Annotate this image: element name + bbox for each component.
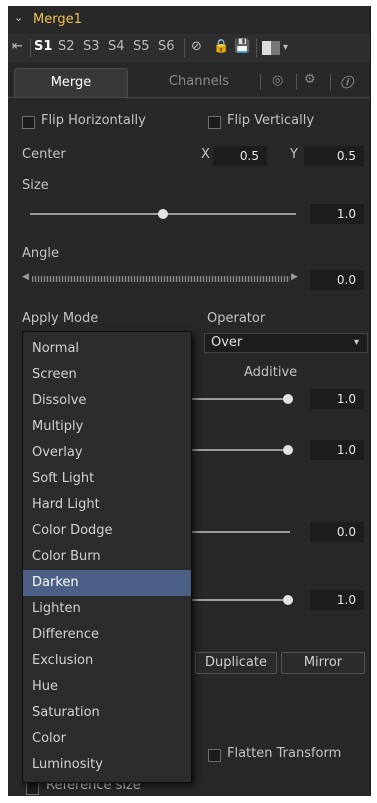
version-slot-4[interactable]: S4 bbox=[108, 39, 125, 54]
version-slot-6[interactable]: S6 bbox=[158, 39, 175, 54]
toolbar-divider bbox=[30, 39, 31, 57]
dropdown-item-screen[interactable]: Screen bbox=[23, 362, 191, 388]
dropdown-item-hue[interactable]: Hue bbox=[23, 674, 191, 700]
settings-icon[interactable]: ◎ bbox=[272, 73, 283, 88]
apply-mode-dropdown: Normal Screen Dissolve Multiply Overlay … bbox=[22, 331, 192, 783]
inspector-panel: ⌄ Merge1 ⇤ S1 S2 S3 S4 S5 S6 ⊘ 🔒 💾 ▾ Mer… bbox=[8, 6, 371, 796]
angle-label: Angle bbox=[22, 246, 59, 261]
toolbar-divider bbox=[184, 39, 185, 57]
alpha-gain-slider-knob[interactable] bbox=[283, 445, 293, 455]
center-label: Center bbox=[22, 147, 66, 162]
tab-channels[interactable]: Channels bbox=[158, 68, 240, 96]
dropdown-item-color-burn[interactable]: Color Burn bbox=[23, 544, 191, 570]
pin-icon[interactable]: ⇤ bbox=[12, 39, 23, 54]
center-y-input[interactable]: 0.5 bbox=[304, 146, 364, 166]
size-label: Size bbox=[22, 178, 49, 193]
flatten-transform-label: Flatten Transform bbox=[227, 746, 342, 761]
tab-underline bbox=[8, 97, 370, 98]
angle-thumbwheel[interactable] bbox=[32, 276, 290, 282]
burn-in-input[interactable]: 0.0 bbox=[310, 522, 364, 542]
bypass-icon[interactable]: ⊘ bbox=[191, 39, 202, 54]
dropdown-item-hard-light[interactable]: Hard Light bbox=[23, 492, 191, 518]
color-swatch-dark bbox=[271, 41, 280, 55]
collapse-chevron-icon[interactable]: ⌄ bbox=[14, 11, 23, 24]
gear-icon[interactable]: ⚙ bbox=[304, 72, 316, 87]
subtractive-slider-track[interactable] bbox=[184, 599, 290, 601]
version-toolbar: ⇤ S1 S2 S3 S4 S5 S6 ⊘ 🔒 💾 ▾ bbox=[8, 34, 370, 62]
dropdown-item-dissolve[interactable]: Dissolve bbox=[23, 388, 191, 414]
angle-left-arrow-icon[interactable]: ◀ bbox=[22, 272, 29, 282]
tab-strip: Merge Channels ◎ ⚙ ⓘ bbox=[8, 68, 370, 98]
center-y-label: Y bbox=[290, 147, 298, 162]
version-slot-5[interactable]: S5 bbox=[133, 39, 150, 54]
apply-mode-label: Apply Mode bbox=[22, 311, 99, 326]
dropdown-item-normal[interactable]: Normal bbox=[23, 336, 191, 362]
dropdown-item-exclusion[interactable]: Exclusion bbox=[23, 648, 191, 674]
operator-value: Over bbox=[211, 335, 243, 350]
additive-label: Additive bbox=[244, 365, 298, 380]
flip-vertically-checkbox[interactable] bbox=[208, 116, 221, 129]
dropdown-item-darken[interactable]: Darken bbox=[23, 570, 191, 596]
info-icon[interactable]: ⓘ bbox=[340, 72, 353, 91]
duplicate-button[interactable]: Duplicate bbox=[195, 652, 277, 674]
lock-icon[interactable]: 🔒 bbox=[213, 39, 229, 54]
blend-input[interactable]: 1.0 bbox=[310, 389, 364, 409]
dropdown-item-difference[interactable]: Difference bbox=[23, 622, 191, 648]
operator-label: Operator bbox=[207, 311, 266, 326]
tab-merge[interactable]: Merge bbox=[14, 68, 128, 97]
flip-vertically-label: Flip Vertically bbox=[227, 113, 315, 128]
dropdown-item-color-dodge[interactable]: Color Dodge bbox=[23, 518, 191, 544]
chevron-down-icon[interactable]: ▾ bbox=[354, 334, 359, 352]
burn-in-slider-track[interactable] bbox=[184, 531, 290, 533]
color-swatch-icon[interactable] bbox=[262, 41, 271, 55]
node-title: Merge1 bbox=[33, 12, 82, 27]
flip-horizontally-checkbox[interactable] bbox=[22, 116, 35, 129]
size-input[interactable]: 1.0 bbox=[310, 204, 364, 224]
angle-input[interactable]: 0.0 bbox=[310, 270, 364, 290]
blend-slider-track[interactable] bbox=[184, 398, 290, 400]
flatten-transform-checkbox[interactable] bbox=[208, 749, 221, 762]
tab-divider bbox=[330, 74, 331, 90]
center-x-input[interactable]: 0.5 bbox=[213, 146, 267, 166]
tab-divider bbox=[296, 74, 297, 90]
blend-slider-knob[interactable] bbox=[283, 394, 293, 404]
dropdown-item-overlay[interactable]: Overlay bbox=[23, 440, 191, 466]
flip-horizontally-label: Flip Horizontally bbox=[41, 113, 146, 128]
size-slider-knob[interactable] bbox=[158, 209, 168, 219]
version-slot-1[interactable]: S1 bbox=[34, 39, 52, 54]
tab-divider bbox=[260, 74, 261, 90]
dropdown-item-soft-light[interactable]: Soft Light bbox=[23, 466, 191, 492]
alpha-gain-slider-track[interactable] bbox=[184, 449, 290, 451]
dropdown-item-color[interactable]: Color bbox=[23, 726, 191, 752]
center-x-label: X bbox=[201, 147, 210, 162]
dropdown-item-luminosity[interactable]: Luminosity bbox=[23, 752, 191, 778]
version-slot-2[interactable]: S2 bbox=[58, 39, 75, 54]
alpha-gain-input[interactable]: 1.0 bbox=[310, 440, 364, 460]
dropdown-item-multiply[interactable]: Multiply bbox=[23, 414, 191, 440]
chevron-down-icon[interactable]: ▾ bbox=[283, 42, 288, 53]
subtractive-input[interactable]: 1.0 bbox=[310, 590, 364, 610]
node-header[interactable]: ⌄ Merge1 bbox=[8, 6, 370, 34]
dropdown-item-saturation[interactable]: Saturation bbox=[23, 700, 191, 726]
dropdown-item-lighten[interactable]: Lighten bbox=[23, 596, 191, 622]
reference-size-checkbox[interactable] bbox=[26, 782, 39, 795]
operator-select[interactable]: Over ▾ bbox=[204, 333, 368, 353]
version-slot-3[interactable]: S3 bbox=[83, 39, 100, 54]
toolbar-divider bbox=[256, 39, 257, 57]
save-icon[interactable]: 💾 bbox=[234, 39, 250, 54]
subtractive-slider-knob[interactable] bbox=[283, 595, 293, 605]
angle-right-arrow-icon[interactable]: ▶ bbox=[291, 272, 298, 282]
mirror-button[interactable]: Mirror bbox=[281, 652, 365, 674]
